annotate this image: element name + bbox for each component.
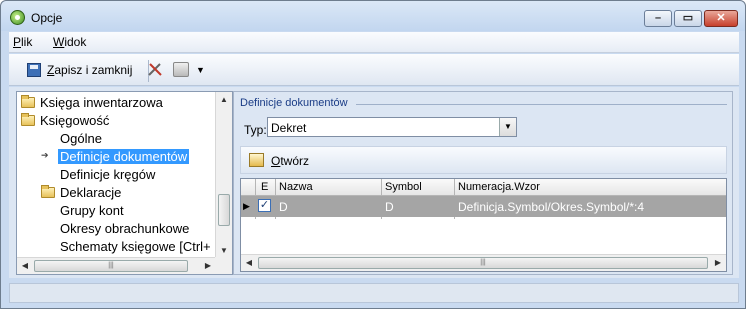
- tree-item-label: Definicje dokumentów: [58, 148, 190, 164]
- open-rest: twórz: [280, 154, 310, 168]
- close-icon: ✕: [716, 12, 726, 24]
- cell-numeracja: Definicja.Symbol/Okres.Symbol/*:4: [458, 200, 645, 214]
- folder-icon: [21, 112, 35, 126]
- tree-horizontal-scroll-thumb[interactable]: |||: [34, 260, 188, 272]
- open-accel: O: [271, 154, 281, 168]
- chevron-down-icon[interactable]: ▼: [499, 118, 516, 136]
- tree-item-label: Okresy obrachunkowe: [60, 220, 190, 236]
- tree-item-deklaracje[interactable]: Deklaracje: [41, 183, 121, 201]
- menu-widok-accel: W: [53, 35, 65, 49]
- enabled-checkbox[interactable]: ✓: [258, 199, 271, 212]
- grid-header: E Nazwa Symbol Numeracja.Wzor: [241, 179, 726, 196]
- panel-title: Definicje dokumentów: [240, 97, 348, 109]
- open-button[interactable]: Otwórz: [271, 154, 309, 168]
- tree-item-okresy-obrachunkowe[interactable]: Okresy obrachunkowe: [60, 219, 189, 237]
- current-arrow-icon: ➔: [41, 150, 49, 160]
- tree-item-ksiegowosc[interactable]: Księgowość: [21, 111, 109, 129]
- maximize-icon: ▭: [682, 12, 694, 24]
- column-header-numeracja[interactable]: Numeracja.Wzor: [458, 181, 540, 193]
- close-button[interactable]: ✕: [704, 10, 738, 27]
- window-title: Opcje: [31, 11, 63, 25]
- typ-label: Typ:: [244, 123, 267, 137]
- folder-icon: [41, 184, 55, 198]
- status-bar: [9, 283, 739, 303]
- tree-item-definicje-kregow[interactable]: Definicje kręgów: [60, 165, 155, 183]
- tree-item-ksiega-inwentarzowa[interactable]: Księga inwentarzowa: [21, 93, 163, 111]
- menu-plik-label: lik: [21, 35, 33, 49]
- scroll-left-icon[interactable]: ◀: [241, 255, 257, 271]
- tree-item-label: Definicje kręgów: [60, 166, 156, 182]
- scroll-up-icon[interactable]: ▲: [216, 92, 232, 108]
- save-and-close-label: Zapisz i zamknij: [47, 63, 132, 77]
- tree-item-schematy-ksiegowe[interactable]: Schematy księgowe [Ctrl+: [60, 237, 211, 255]
- folder-icon: [21, 94, 35, 108]
- tree-item-label: Grupy kont: [60, 202, 124, 218]
- column-header-symbol[interactable]: Symbol: [385, 181, 422, 193]
- tree-item-label: Ogólne: [60, 130, 102, 146]
- tree-item-label: Schematy księgowe [Ctrl+: [60, 238, 211, 254]
- title-bar[interactable]: Opcje – ▭ ✕: [1, 1, 745, 31]
- scroll-right-icon[interactable]: ▶: [200, 258, 216, 274]
- tree-vertical-scrollbar[interactable]: ▲ ▼: [215, 92, 232, 259]
- options-tree: Księga inwentarzowa Księgowość Ogólne ➔ …: [16, 91, 233, 275]
- menu-plik[interactable]: Plik: [13, 35, 32, 49]
- cell-nazwa: D: [279, 200, 288, 214]
- tree-horizontal-scrollbar[interactable]: ◀ ||| ▶: [17, 257, 216, 274]
- save-and-close-button[interactable]: Zapisz i zamknij: [27, 60, 132, 80]
- open-toolbar: Otwórz: [240, 146, 727, 174]
- minimize-button[interactable]: –: [644, 10, 672, 27]
- print-icon[interactable]: [173, 62, 189, 77]
- table-row[interactable]: ▶ ✓ D D Definicja.Symbol/Okres.Symbol/*:…: [241, 196, 726, 217]
- column-header-nazwa[interactable]: Nazwa: [279, 181, 313, 193]
- scroll-right-icon[interactable]: ▶: [710, 255, 726, 271]
- tree-vertical-scroll-thumb[interactable]: [218, 194, 230, 226]
- chevron-down-icon[interactable]: ▼: [196, 65, 205, 75]
- tools-icon[interactable]: [147, 61, 163, 77]
- typ-select-value: Dekret: [271, 121, 307, 135]
- options-window: Opcje – ▭ ✕ Plik Widok Zapisz i zamknij …: [0, 0, 746, 309]
- grid-horizontal-scroll-thumb[interactable]: |||: [258, 257, 708, 269]
- definitions-grid: E Nazwa Symbol Numeracja.Wzor ▶ ✓ D D De…: [240, 178, 727, 272]
- app-icon: [10, 10, 25, 25]
- row-indicator-icon: ▶: [243, 201, 250, 211]
- scrollbar-corner: [215, 257, 232, 274]
- minimize-icon: –: [654, 12, 662, 24]
- section-divider: [356, 104, 727, 105]
- grid-horizontal-scrollbar[interactable]: ◀ ||| ▶: [241, 254, 726, 271]
- tree-item-label: Księgowość: [40, 112, 110, 128]
- tree-item-label: Deklaracje: [60, 184, 122, 200]
- typ-select[interactable]: Dekret ▼: [267, 117, 517, 137]
- tree-item-definicje-dokumentow[interactable]: Definicje dokumentów: [58, 147, 190, 165]
- open-icon: [249, 153, 264, 167]
- menu-plik-accel: P: [13, 35, 22, 49]
- save-icon: [27, 63, 41, 77]
- save-rest: apisz i zamknij: [54, 63, 133, 77]
- menu-bar: Plik Widok: [9, 32, 739, 53]
- scroll-left-icon[interactable]: ◀: [17, 258, 33, 274]
- tree-item-label: Księga inwentarzowa: [40, 94, 163, 110]
- cell-symbol: D: [385, 200, 394, 214]
- maximize-button[interactable]: ▭: [674, 10, 702, 27]
- content-area: Księga inwentarzowa Księgowość Ogólne ➔ …: [9, 87, 739, 278]
- tree-item-grupy-kont[interactable]: Grupy kont: [60, 201, 124, 219]
- document-definitions-panel: Definicje dokumentów Typ: Dekret ▼ Otwór…: [233, 91, 733, 275]
- tree-item-ogolne[interactable]: Ogólne: [60, 129, 102, 147]
- toolbar: Zapisz i zamknij: [9, 54, 739, 86]
- menu-widok[interactable]: Widok: [53, 35, 86, 49]
- column-header-e[interactable]: E: [261, 181, 268, 193]
- menu-widok-label: idok: [64, 35, 87, 49]
